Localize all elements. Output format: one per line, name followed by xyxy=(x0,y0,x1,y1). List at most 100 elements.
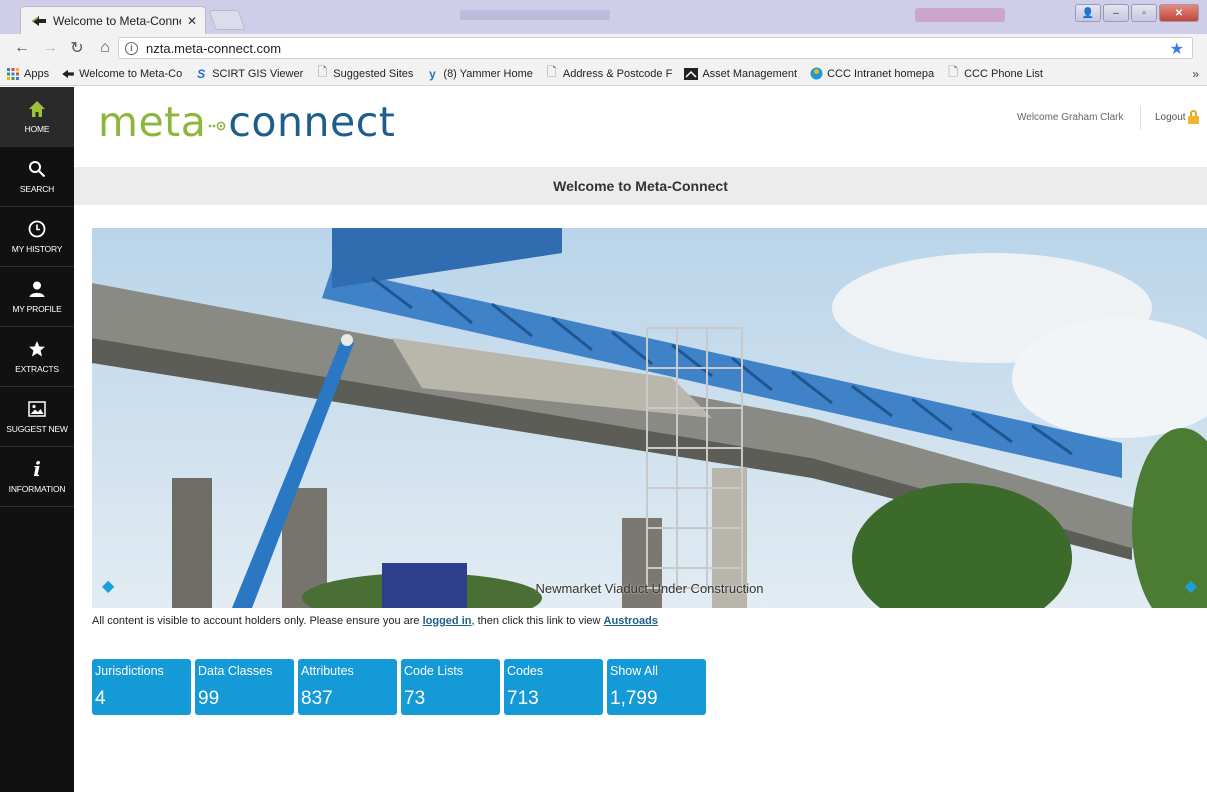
notice-text-before: All content is visible to account holder… xyxy=(92,615,423,627)
new-tab-button[interactable] xyxy=(208,10,246,30)
stat-label: Jurisdictions xyxy=(95,664,164,678)
bookmark-ccc-phone-list[interactable]: 🗋 CCC Phone List xyxy=(946,65,1043,81)
image-icon xyxy=(28,399,46,419)
page-icon: 🗋 xyxy=(547,65,557,79)
bookmark-suggested-sites[interactable]: 🗋 Suggested Sites xyxy=(315,65,414,81)
stat-tile-codes[interactable]: Codes 713 xyxy=(504,659,603,715)
stat-tile-code-lists[interactable]: Code Lists 73 xyxy=(401,659,500,715)
stat-value: 99 xyxy=(198,688,220,709)
asset-favicon xyxy=(684,67,699,81)
image-carousel: Newmarket Viaduct Under Construction ◆ ◆ xyxy=(92,228,1207,608)
carousel-caption: Newmarket Viaduct Under Construction xyxy=(535,581,764,596)
bookmark-meta-connect[interactable]: Welcome to Meta-Co xyxy=(61,67,182,81)
close-window-button[interactable]: ✕ xyxy=(1159,4,1199,22)
sidebar-item-search[interactable]: SEARCH xyxy=(0,147,74,207)
sidebar-item-my-profile[interactable]: MY PROFILE xyxy=(0,267,74,327)
reload-icon[interactable]: ↻ xyxy=(70,38,84,58)
carousel-image xyxy=(92,228,1207,608)
minimize-button[interactable]: – xyxy=(1103,4,1129,22)
bookmark-label: Suggested Sites xyxy=(333,67,414,80)
logo-meta-text: meta xyxy=(98,98,207,146)
back-arrow-icon[interactable]: ← xyxy=(14,39,30,57)
star-icon xyxy=(28,339,46,359)
bookmark-star-icon[interactable]: ★ xyxy=(1170,39,1184,59)
logo-connect-text: connect xyxy=(228,98,396,146)
sidebar-item-label: HOME xyxy=(24,124,50,134)
yammer-favicon: y xyxy=(429,66,436,81)
stat-label: Code Lists xyxy=(404,664,464,678)
welcome-user-text: Welcome Graham Clark xyxy=(1017,112,1124,123)
tab-close-icon[interactable]: ✕ xyxy=(187,14,197,28)
url-text: nzta.meta-connect.com xyxy=(146,40,282,56)
page-title-bar: Welcome to Meta-Connect xyxy=(74,167,1207,205)
profile-icon[interactable]: 👤 xyxy=(1075,4,1101,22)
page-icon: 🗋 xyxy=(948,65,958,79)
bookmark-label: Apps xyxy=(24,67,50,80)
bookmark-label: CCC Phone List xyxy=(964,67,1043,80)
sidebar-item-home[interactable]: HOME xyxy=(0,87,74,147)
bookmark-address-postcode[interactable]: 🗋 Address & Postcode F xyxy=(545,65,673,81)
bookmark-label: Asset Management xyxy=(702,67,798,80)
bookmark-apps[interactable]: Apps xyxy=(6,67,49,81)
sidebar-item-label: MY PROFILE xyxy=(12,304,62,314)
sidebar-item-label: SEARCH xyxy=(19,184,55,194)
browser-tab[interactable]: Welcome to Meta-Conne ✕ xyxy=(20,6,206,34)
url-input[interactable]: i nzta.meta-connect.com ★ xyxy=(118,37,1193,59)
stat-tile-jurisdictions[interactable]: Jurisdictions 4 xyxy=(92,659,191,715)
page-title: Welcome to Meta-Connect xyxy=(553,178,728,194)
bookmark-yammer[interactable]: y (8) Yammer Home xyxy=(425,66,533,81)
bookmark-label: CCC Intranet homepa xyxy=(827,67,935,80)
stat-tile-data-classes[interactable]: Data Classes 99 xyxy=(195,659,294,715)
ccc-favicon xyxy=(809,67,823,81)
sidebar-item-extracts[interactable]: EXTRACTS xyxy=(0,327,74,387)
sidebar-item-information[interactable]: i INFORMATION xyxy=(0,447,74,507)
stat-label: Codes xyxy=(507,664,544,678)
bookmark-label: Address & Postcode F xyxy=(562,67,673,80)
sidebar-item-suggest-new[interactable]: SUGGEST NEW xyxy=(0,387,74,447)
search-icon xyxy=(28,159,46,179)
maximize-button[interactable]: ▫ xyxy=(1131,4,1157,22)
bookmark-label: (8) Yammer Home xyxy=(443,67,533,80)
home-button-icon[interactable]: ⌂ xyxy=(98,39,112,57)
meta-connect-logo[interactable]: meta connect xyxy=(98,97,395,147)
clock-icon xyxy=(28,219,46,239)
address-toolbar: ← → ↻ ⌂ i nzta.meta-connect.com ★ xyxy=(0,34,1207,62)
site-info-icon[interactable]: i xyxy=(125,41,138,55)
notice-text-middle: , then click this link to view xyxy=(471,615,604,627)
bookmarks-bar: Apps Welcome to Meta-Co S SCIRT GIS View… xyxy=(0,62,1207,86)
stat-value: 713 xyxy=(507,688,539,709)
access-notice: All content is visible to account holder… xyxy=(92,615,658,627)
sidebar-item-label: MY HISTORY xyxy=(11,244,63,254)
stat-value: 837 xyxy=(301,688,333,709)
bookmark-label: Welcome to Meta-Co xyxy=(79,67,183,80)
bookmark-asset-management[interactable]: Asset Management xyxy=(684,67,797,81)
bookmark-ccc-intranet[interactable]: CCC Intranet homepa xyxy=(809,67,934,81)
window-controls: 👤 – ▫ ✕ xyxy=(1075,4,1199,22)
sidebar-item-my-history[interactable]: MY HISTORY xyxy=(0,207,74,267)
meta-connect-favicon xyxy=(61,67,75,81)
home-icon xyxy=(28,99,46,119)
bookmark-label: SCIRT GIS Viewer xyxy=(212,67,304,80)
page-icon: 🗋 xyxy=(317,65,328,79)
carousel-prev-arrow-icon[interactable]: ◆ xyxy=(102,576,114,596)
stat-value: 4 xyxy=(95,688,106,709)
stat-value: 1,799 xyxy=(610,688,658,709)
info-icon: i xyxy=(33,457,41,481)
stat-tile-show-all[interactable]: Show All 1,799 xyxy=(607,659,706,715)
forward-arrow-icon[interactable]: → xyxy=(42,39,58,57)
meta-connect-favicon xyxy=(31,14,47,28)
sidebar-item-label: EXTRACTS xyxy=(15,364,59,374)
window-title-blurred xyxy=(460,10,610,20)
stat-tile-attributes[interactable]: Attributes 837 xyxy=(298,659,397,715)
austroads-link[interactable]: Austroads xyxy=(604,615,658,627)
scirt-favicon: S xyxy=(197,66,206,81)
bookmark-scirt-gis[interactable]: S SCIRT GIS Viewer xyxy=(194,67,303,81)
carousel-next-arrow-icon[interactable]: ◆ xyxy=(1185,576,1197,596)
bookmarks-overflow-icon[interactable]: » xyxy=(1192,67,1199,81)
stat-label: Show All xyxy=(610,664,658,678)
browser-titlebar: Welcome to Meta-Conne ✕ 👤 – ▫ ✕ xyxy=(0,0,1207,34)
logged-in-link[interactable]: logged in xyxy=(423,615,472,627)
profile-badge[interactable] xyxy=(915,8,1005,22)
logout-link[interactable]: Logout xyxy=(1155,110,1199,124)
sidebar-item-label: SUGGEST NEW xyxy=(6,424,68,434)
